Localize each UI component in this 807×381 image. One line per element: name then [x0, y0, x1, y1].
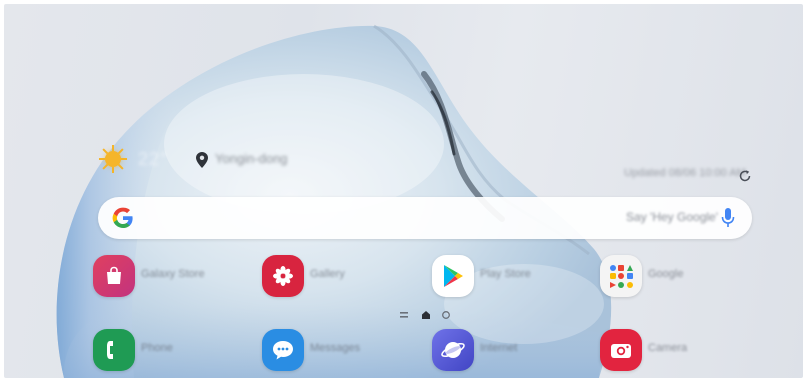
wallpaper [56, 24, 612, 378]
app-label: Play Store [480, 268, 531, 280]
google-g-icon [112, 207, 133, 228]
app-label: Phone [141, 342, 173, 354]
home-screen: 22° Yongin-dong Updated 08/06 10:00 AM S… [4, 4, 803, 378]
app-galaxy-store[interactable]: Galaxy Store [93, 255, 213, 301]
camera-icon [600, 329, 642, 371]
google-folder-icon [600, 255, 642, 297]
home-page-dot [422, 311, 430, 319]
temperature: 22° [138, 148, 169, 169]
search-hint: Say 'Hey Google' [626, 210, 718, 224]
app-internet[interactable]: Internet [432, 329, 552, 375]
app-play-store[interactable]: Play Store [432, 255, 552, 301]
app-label: Camera [648, 342, 688, 354]
location-pin-icon [196, 152, 208, 168]
gallery-icon [262, 255, 304, 297]
page-dot [442, 311, 450, 319]
galaxy-store-icon [93, 255, 135, 297]
play-store-icon [432, 255, 474, 297]
home-lines-icon [400, 312, 408, 318]
app-gallery[interactable]: Gallery [262, 255, 382, 301]
app-camera[interactable]: Camera [600, 329, 720, 375]
google-search-bar[interactable]: Say 'Hey Google' [98, 197, 752, 239]
app-label: Messages [310, 342, 361, 354]
sun-icon [98, 144, 128, 174]
app-messages[interactable]: Messages [262, 329, 382, 375]
internet-icon [432, 329, 474, 371]
weather-updated-time: Updated 08/06 10:00 AM [624, 167, 746, 179]
app-google-folder[interactable]: Google [600, 255, 720, 301]
messages-icon [262, 329, 304, 371]
phone-icon [93, 329, 135, 371]
refresh-icon[interactable] [738, 169, 752, 183]
app-label: Gallery [310, 268, 345, 280]
location-label[interactable]: Yongin-dong [215, 151, 288, 166]
app-phone[interactable]: Phone [93, 329, 213, 375]
page-indicator[interactable] [400, 309, 460, 321]
weather-widget[interactable]: 22° [98, 144, 168, 174]
app-label: Internet [480, 342, 518, 354]
app-label: Google [648, 268, 684, 280]
app-label: Galaxy Store [141, 268, 205, 280]
mic-icon[interactable] [721, 207, 735, 229]
